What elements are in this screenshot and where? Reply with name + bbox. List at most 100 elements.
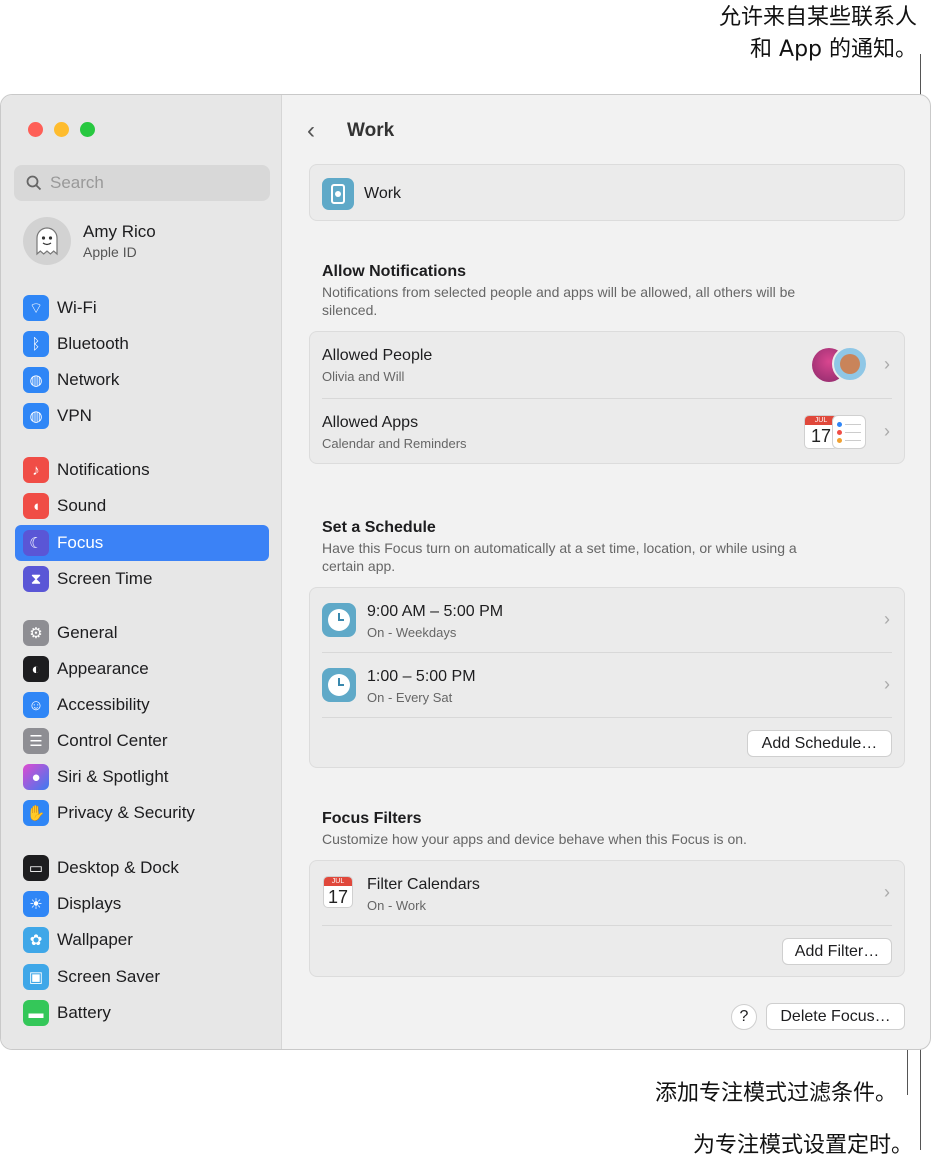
- help-button[interactable]: ?: [731, 1004, 757, 1030]
- zoom-button[interactable]: [80, 122, 95, 137]
- divider: [322, 925, 892, 926]
- screensaver-icon: ▣: [23, 964, 49, 990]
- sidebar-item-notifications[interactable]: ♪ Notifications: [15, 452, 269, 488]
- sidebar-item-label: Desktop & Dock: [57, 858, 179, 877]
- bluetooth-icon: ᛒ: [23, 331, 49, 357]
- page-title: Work: [347, 120, 395, 141]
- allowed-apps-subtitle: Calendar and Reminders: [322, 436, 467, 451]
- schedule-row[interactable]: 9:00 AM – 5:00 PM On - Weekdays ›: [310, 588, 904, 652]
- sidebar-item-label: Siri & Spotlight: [57, 767, 169, 786]
- sidebar-item-wallpaper[interactable]: ✿ Wallpaper: [15, 922, 269, 958]
- search-box[interactable]: [14, 165, 270, 201]
- sidebar-item-label: Appearance: [57, 659, 149, 678]
- clock-icon: [322, 668, 356, 702]
- schedule-subtitle: On - Every Sat: [367, 690, 453, 705]
- sidebar-item-desktop-dock[interactable]: ▭ Desktop & Dock: [15, 850, 269, 886]
- sidebar-item-label: Notifications: [57, 460, 150, 479]
- sidebar-item-screen-time[interactable]: ⧗ Screen Time: [15, 561, 269, 597]
- callout-add-filter: 添加专注模式过滤条件。: [654, 1081, 897, 1106]
- search-icon: [26, 175, 42, 191]
- control-center-icon: ☰: [23, 728, 49, 754]
- sidebar-item-sound[interactable]: ◖ Sound: [15, 488, 269, 524]
- delete-focus-button[interactable]: Delete Focus…: [766, 1003, 905, 1030]
- schedule-row[interactable]: 1:00 – 5:00 PM On - Every Sat ›: [310, 653, 904, 717]
- sidebar-item-label: Wallpaper: [57, 930, 133, 949]
- accessibility-icon: ☺: [23, 692, 49, 718]
- sidebar-item-focus[interactable]: ☾ Focus: [15, 525, 269, 561]
- add-filter-button[interactable]: Add Filter…: [782, 938, 892, 965]
- sidebar-item-label: Network: [57, 370, 120, 389]
- sidebar-item-accessibility[interactable]: ☺ Accessibility: [15, 687, 269, 723]
- callout-set-schedule: 为专注模式设置定时。: [692, 1133, 913, 1158]
- add-schedule-button[interactable]: Add Schedule…: [747, 730, 892, 757]
- sidebar-item-network[interactable]: ◍ Network: [15, 362, 269, 398]
- sidebar-item-appearance[interactable]: ◐ Appearance: [15, 651, 269, 687]
- focus-badge-icon: [322, 178, 354, 210]
- allowed-apps-title: Allowed Apps: [322, 414, 419, 431]
- focus-filters-description: Customize how your apps and device behav…: [322, 831, 747, 847]
- calendar-icon: JUL 17: [323, 876, 353, 908]
- sidebar-item-label: VPN: [57, 406, 92, 425]
- vpn-icon: ◍: [23, 403, 49, 429]
- sidebar-item-label: Bluetooth: [57, 334, 129, 353]
- sidebar-item-displays[interactable]: ☀ Displays: [15, 886, 269, 922]
- sidebar: Amy Rico Apple ID ⌔ Wi-Fi ᛒ Bluetooth ◍ Net…: [1, 95, 282, 1049]
- calendar-month: JUL: [324, 877, 352, 886]
- allowed-apps-row[interactable]: Allowed Apps Calendar and Reminders JUL …: [310, 399, 904, 465]
- close-button[interactable]: [28, 122, 43, 137]
- schedule-subtitle: On - Weekdays: [367, 625, 457, 640]
- minimize-button[interactable]: [54, 122, 69, 137]
- globe-icon: ◍: [23, 367, 49, 393]
- allowed-people-subtitle: Olivia and Will: [322, 369, 405, 384]
- sidebar-item-label: Sound: [57, 496, 107, 515]
- speaker-icon: ◖: [23, 493, 49, 519]
- gear-icon: ⚙: [23, 620, 49, 646]
- avatar: [832, 346, 868, 382]
- hourglass-icon: ⧗: [23, 566, 49, 592]
- siri-icon: ●: [23, 764, 49, 790]
- callout-text-line1: 允许来自某些联系人: [718, 5, 917, 30]
- wallpaper-icon: ✿: [23, 927, 49, 953]
- callout-allow-notifications: 允许来自某些联系人 和 App 的通知。: [719, 2, 917, 66]
- sidebar-item-control-center[interactable]: ☰ Control Center: [15, 723, 269, 759]
- reminders-icon: [832, 415, 866, 449]
- set-schedule-description: Have this Focus turn on automatically at…: [322, 540, 797, 574]
- sidebar-item-vpn[interactable]: ◍ VPN: [15, 398, 269, 434]
- sidebar-item-battery[interactable]: ▬ Battery: [15, 995, 269, 1031]
- sidebar-item-siri-spotlight[interactable]: ● Siri & Spotlight: [15, 759, 269, 795]
- allowed-card: Allowed People Olivia and Will › Allowed…: [309, 331, 905, 464]
- appearance-icon: ◐: [23, 656, 49, 682]
- sun-icon: ☀: [23, 891, 49, 917]
- set-schedule-heading: Set a Schedule: [322, 519, 436, 536]
- sidebar-item-wifi[interactable]: ⌔ Wi-Fi: [15, 290, 269, 326]
- allowed-apps-icons: JUL 17: [804, 413, 868, 451]
- wifi-icon: ⌔: [23, 295, 49, 321]
- apple-id-account[interactable]: Amy Rico Apple ID: [23, 217, 156, 265]
- chevron-right-icon: ›: [884, 674, 890, 694]
- filter-subtitle: On - Work: [367, 898, 426, 913]
- allowed-people-row[interactable]: Allowed People Olivia and Will ›: [310, 332, 904, 398]
- clock-icon: [322, 603, 356, 637]
- allowed-people-avatars: [812, 346, 868, 384]
- sidebar-item-label: Privacy & Security: [57, 803, 195, 822]
- focus-name-card[interactable]: Work: [309, 164, 905, 221]
- sidebar-item-privacy-security[interactable]: ✋ Privacy & Security: [15, 795, 269, 831]
- sidebar-item-screen-saver[interactable]: ▣ Screen Saver: [15, 959, 269, 995]
- dock-icon: ▭: [23, 855, 49, 881]
- back-chevron-icon[interactable]: ‹: [307, 117, 315, 145]
- sidebar-item-label: Battery: [57, 1003, 111, 1022]
- moon-icon: ☾: [23, 530, 49, 556]
- chevron-right-icon: ›: [884, 609, 890, 629]
- schedule-time: 9:00 AM – 5:00 PM: [367, 603, 504, 620]
- filter-calendars-row[interactable]: JUL 17 Filter Calendars On - Work ›: [310, 861, 904, 925]
- search-input[interactable]: [50, 173, 250, 193]
- account-subtitle: Apple ID: [83, 244, 137, 260]
- bell-icon: ♪: [23, 457, 49, 483]
- avatar: [23, 217, 71, 265]
- sidebar-item-bluetooth[interactable]: ᛒ Bluetooth: [15, 326, 269, 362]
- account-name: Amy Rico: [83, 222, 156, 241]
- sidebar-item-label: Screen Time: [57, 569, 153, 588]
- sidebar-item-label: General: [57, 623, 118, 642]
- focus-name: Work: [364, 185, 402, 202]
- sidebar-item-general[interactable]: ⚙ General: [15, 615, 269, 651]
